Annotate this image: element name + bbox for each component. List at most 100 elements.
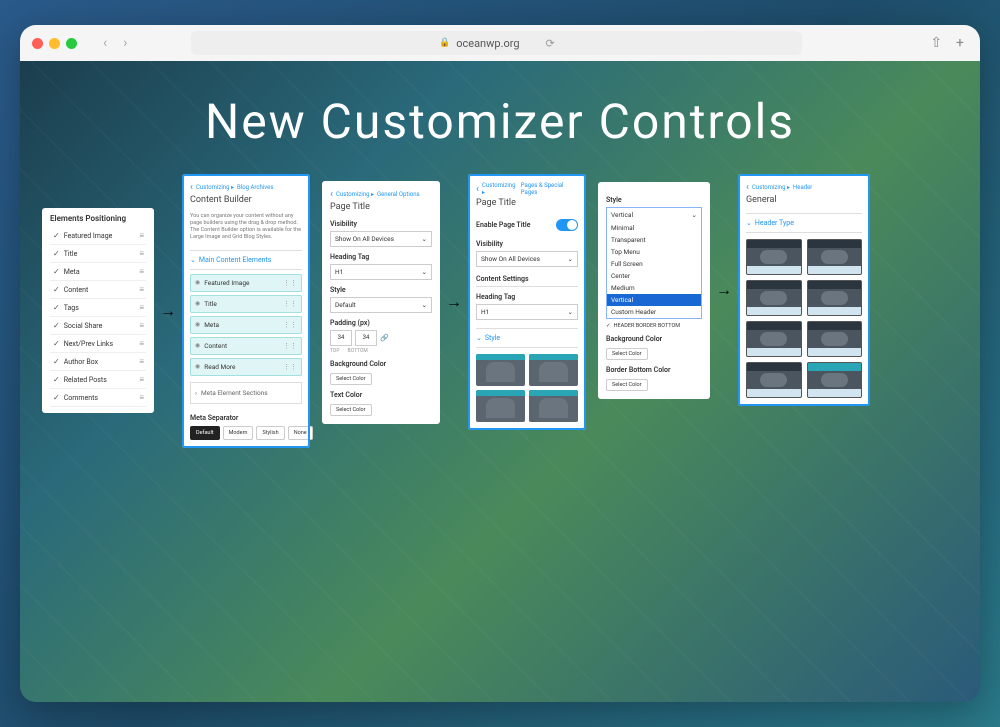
header-thumb[interactable]: [746, 321, 802, 357]
drag-item-label: Featured Image: [204, 279, 249, 287]
bg-color-button[interactable]: Select Color: [606, 348, 648, 360]
breadcrumb[interactable]: ‹Customizing ▸Blog Archives: [190, 182, 302, 193]
drag-icon[interactable]: ≡: [139, 339, 143, 348]
style-thumb[interactable]: [476, 354, 525, 386]
style-select[interactable]: Default⌄: [330, 297, 432, 313]
back-icon[interactable]: ‹: [330, 189, 333, 200]
dropdown-item[interactable]: Full Screen: [607, 258, 701, 270]
eye-icon[interactable]: ◉: [195, 363, 200, 370]
heading-tag-select[interactable]: H1⌄: [330, 264, 432, 280]
eye-icon[interactable]: ◉: [195, 342, 200, 349]
reload-icon[interactable]: ⟳: [546, 37, 555, 50]
dropdown-item-selected[interactable]: Vertical: [607, 294, 701, 306]
list-item[interactable]: ✓Comments≡: [50, 389, 146, 407]
maximize-icon[interactable]: [66, 38, 77, 49]
header-thumb[interactable]: [746, 239, 802, 275]
drag-icon[interactable]: ≡: [139, 249, 143, 258]
style-thumb[interactable]: [529, 354, 578, 386]
arrow-icon: →: [716, 280, 732, 300]
eye-icon[interactable]: ◉: [195, 321, 200, 328]
drag-item[interactable]: ◉Meta⋮⋮: [190, 316, 302, 334]
field-label: Background Color: [330, 360, 432, 368]
link-icon[interactable]: 🔗: [380, 334, 389, 342]
minimize-icon[interactable]: [49, 38, 60, 49]
list-item[interactable]: ✓Title≡: [50, 245, 146, 263]
dropdown-item[interactable]: Transparent: [607, 234, 701, 246]
drag-handle-icon[interactable]: ⋮⋮: [283, 279, 297, 287]
style-collapse[interactable]: ⌄Style: [476, 328, 578, 348]
drag-icon[interactable]: ≡: [139, 393, 143, 402]
drag-handle-icon[interactable]: ⋮⋮: [283, 300, 297, 308]
sep-option-none[interactable]: None: [288, 426, 313, 440]
header-thumb[interactable]: [807, 321, 863, 357]
url-bar[interactable]: 🔒 oceanwp.org ⟳: [191, 31, 802, 55]
drag-item[interactable]: ◉Title⋮⋮: [190, 295, 302, 313]
dropdown-item[interactable]: Custom Header: [607, 306, 701, 318]
dropdown-item[interactable]: Top Menu: [607, 246, 701, 258]
back-icon[interactable]: ‹: [746, 182, 749, 193]
header-thumb[interactable]: [807, 239, 863, 275]
breadcrumb[interactable]: ‹Customizing ▸General Options: [330, 189, 432, 200]
collapse-header[interactable]: ⌄Main Content Elements: [190, 250, 302, 270]
dropdown-item[interactable]: Minimal: [607, 222, 701, 234]
drag-icon[interactable]: ≡: [139, 267, 143, 276]
close-icon[interactable]: [32, 38, 43, 49]
eye-icon[interactable]: ◉: [195, 279, 200, 286]
text-color-button[interactable]: Select Color: [330, 404, 372, 416]
sep-option-stylish[interactable]: Stylish: [256, 426, 284, 440]
drag-icon[interactable]: ≡: [139, 357, 143, 366]
list-item[interactable]: ✓Author Box≡: [50, 353, 146, 371]
list-item[interactable]: ✓Tags≡: [50, 299, 146, 317]
sep-option-modern[interactable]: Modern: [223, 426, 254, 440]
padding-bottom-input[interactable]: 34: [355, 330, 377, 346]
visibility-select[interactable]: Show On All Devices⌄: [476, 251, 578, 267]
header-type-collapse[interactable]: ⌄Header Type: [746, 213, 862, 233]
style-dropdown-open[interactable]: Vertical⌄ Minimal Transparent Top Menu F…: [606, 207, 702, 319]
list-item[interactable]: ✓Featured Image≡: [50, 227, 146, 245]
toggle-switch[interactable]: [556, 219, 578, 231]
chevron-down-icon: ⌄: [746, 219, 752, 227]
back-arrow-icon[interactable]: ‹: [97, 33, 113, 53]
header-thumb[interactable]: [746, 362, 802, 398]
accordion-row[interactable]: ›Meta Element Sections: [190, 382, 302, 404]
sep-option-default[interactable]: Default: [190, 426, 220, 440]
dropdown-item[interactable]: Medium: [607, 282, 701, 294]
padding-top-input[interactable]: 34: [330, 330, 352, 346]
drag-icon[interactable]: ≡: [139, 303, 143, 312]
list-item[interactable]: ✓Meta≡: [50, 263, 146, 281]
back-icon[interactable]: ‹: [190, 182, 193, 193]
share-icon[interactable]: ⇧: [930, 35, 942, 51]
arrow-icon: →: [446, 292, 462, 312]
new-tab-icon[interactable]: +: [956, 35, 964, 51]
breadcrumb[interactable]: ‹Customizing ▸Header: [746, 182, 862, 193]
border-color-button[interactable]: Select Color: [606, 379, 648, 391]
heading-tag-select[interactable]: H1⌄: [476, 304, 578, 320]
list-item[interactable]: ✓Content≡: [50, 281, 146, 299]
bg-color-button[interactable]: Select Color: [330, 373, 372, 385]
drag-item[interactable]: ◉ Featured Image ⋮⋮: [190, 274, 302, 292]
drag-icon[interactable]: ≡: [139, 321, 143, 330]
eye-icon[interactable]: ◉: [195, 300, 200, 307]
breadcrumb[interactable]: ‹Customizing ▸Pages & Special Pages: [476, 182, 578, 196]
check-icon: ✓: [53, 375, 60, 384]
drag-handle-icon[interactable]: ⋮⋮: [283, 342, 297, 350]
header-thumb[interactable]: [746, 280, 802, 316]
style-thumb[interactable]: [476, 390, 525, 422]
list-item[interactable]: ✓Social Share≡: [50, 317, 146, 335]
drag-item[interactable]: ◉Read More⋮⋮: [190, 358, 302, 376]
dropdown-item[interactable]: Center: [607, 270, 701, 282]
header-thumb[interactable]: [807, 362, 863, 398]
drag-handle-icon[interactable]: ⋮⋮: [283, 363, 297, 371]
style-thumb[interactable]: [529, 390, 578, 422]
back-icon[interactable]: ‹: [476, 184, 479, 195]
header-thumb[interactable]: [807, 280, 863, 316]
drag-icon[interactable]: ≡: [139, 285, 143, 294]
list-item[interactable]: ✓Next/Prev Links≡: [50, 335, 146, 353]
visibility-select[interactable]: Show On All Devices⌄: [330, 231, 432, 247]
list-item[interactable]: ✓Related Posts≡: [50, 371, 146, 389]
drag-icon[interactable]: ≡: [139, 375, 143, 384]
drag-icon[interactable]: ≡: [139, 231, 143, 240]
drag-item[interactable]: ◉Content⋮⋮: [190, 337, 302, 355]
forward-arrow-icon[interactable]: ›: [117, 33, 133, 53]
drag-handle-icon[interactable]: ⋮⋮: [283, 321, 297, 329]
